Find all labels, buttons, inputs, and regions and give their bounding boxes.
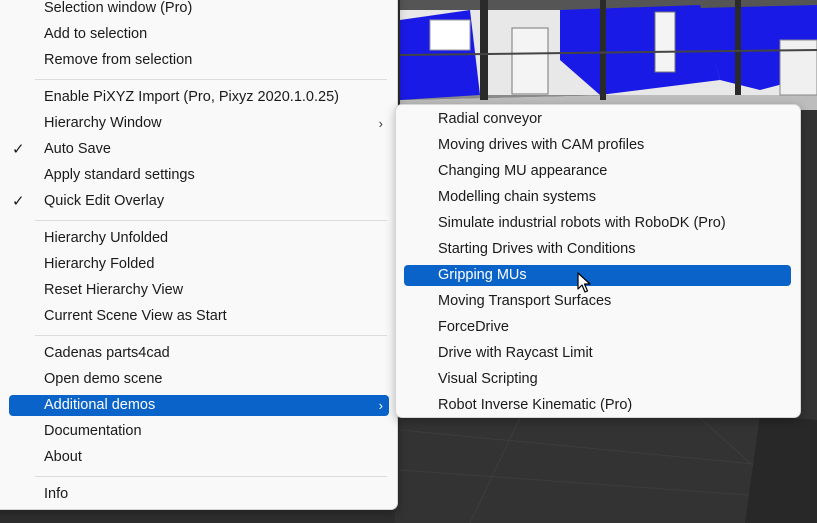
submenu-item-chain-systems[interactable]: Modelling chain systems [404, 187, 791, 208]
checkmark-icon: ✓ [12, 141, 25, 158]
menu-item-documentation[interactable]: Documentation [9, 421, 389, 442]
menu-item-current-scene-view[interactable]: Current Scene View as Start [9, 306, 389, 327]
menu-item-enable-pixyz[interactable]: Enable PiXYZ Import (Pro, Pixyz 2020.1.0… [9, 87, 389, 108]
menu-item-info[interactable]: Info [9, 484, 389, 505]
menu-separator [35, 476, 387, 477]
menu-item-hierarchy-window[interactable]: Hierarchy Window › [9, 113, 389, 134]
menu-item-add-to-selection[interactable]: Add to selection [9, 24, 389, 45]
submenu-item-drives-with-conditions[interactable]: Starting Drives with Conditions [404, 239, 791, 260]
menu-item-open-demo-scene[interactable]: Open demo scene [9, 369, 389, 390]
menu-item-about[interactable]: About [9, 447, 389, 468]
menu-separator [35, 220, 387, 221]
menu-item-hierarchy-unfolded[interactable]: Hierarchy Unfolded [9, 228, 389, 249]
menu-item-cadenas-parts4cad[interactable]: Cadenas parts4cad [9, 343, 389, 364]
chevron-right-icon: › [378, 398, 383, 413]
submenu-item-cam-profiles[interactable]: Moving drives with CAM profiles [404, 135, 791, 156]
submenu-item-radial-conveyor[interactable]: Radial conveyor [404, 109, 791, 130]
chevron-right-icon: › [378, 116, 383, 131]
submenu-item-transport-surfaces[interactable]: Moving Transport Surfaces [404, 291, 791, 312]
submenu-item-forcedrive[interactable]: ForceDrive [404, 317, 791, 338]
context-menu: Selection window (Pro) Add to selection … [0, 0, 398, 510]
menu-item-quick-edit-overlay[interactable]: ✓ Quick Edit Overlay [9, 191, 389, 212]
menu-item-reset-hierarchy-view[interactable]: Reset Hierarchy View [9, 280, 389, 301]
mouse-pointer-icon [577, 272, 591, 293]
submenu-item-raycast-limit[interactable]: Drive with Raycast Limit [404, 343, 791, 364]
submenu-item-gripping-mus[interactable]: Gripping MUs [404, 265, 791, 286]
submenu-item-changing-mu-appearance[interactable]: Changing MU appearance [404, 161, 791, 182]
menu-item-hierarchy-folded[interactable]: Hierarchy Folded [9, 254, 389, 275]
menu-item-apply-standard-settings[interactable]: Apply standard settings [9, 165, 389, 186]
menu-item-selection-window[interactable]: Selection window (Pro) [9, 0, 389, 19]
checkmark-icon: ✓ [12, 193, 25, 210]
menu-item-auto-save[interactable]: ✓ Auto Save [9, 139, 389, 160]
additional-demos-submenu: Radial conveyor Moving drives with CAM p… [395, 104, 801, 418]
menu-item-additional-demos[interactable]: Additional demos › [9, 395, 389, 416]
submenu-item-robodk[interactable]: Simulate industrial robots with RoboDK (… [404, 213, 791, 234]
menu-separator [35, 335, 387, 336]
submenu-item-inverse-kinematic[interactable]: Robot Inverse Kinematic (Pro) [404, 395, 791, 416]
submenu-item-visual-scripting[interactable]: Visual Scripting [404, 369, 791, 390]
menu-separator [35, 79, 387, 80]
menu-item-remove-from-selection[interactable]: Remove from selection [9, 50, 389, 71]
